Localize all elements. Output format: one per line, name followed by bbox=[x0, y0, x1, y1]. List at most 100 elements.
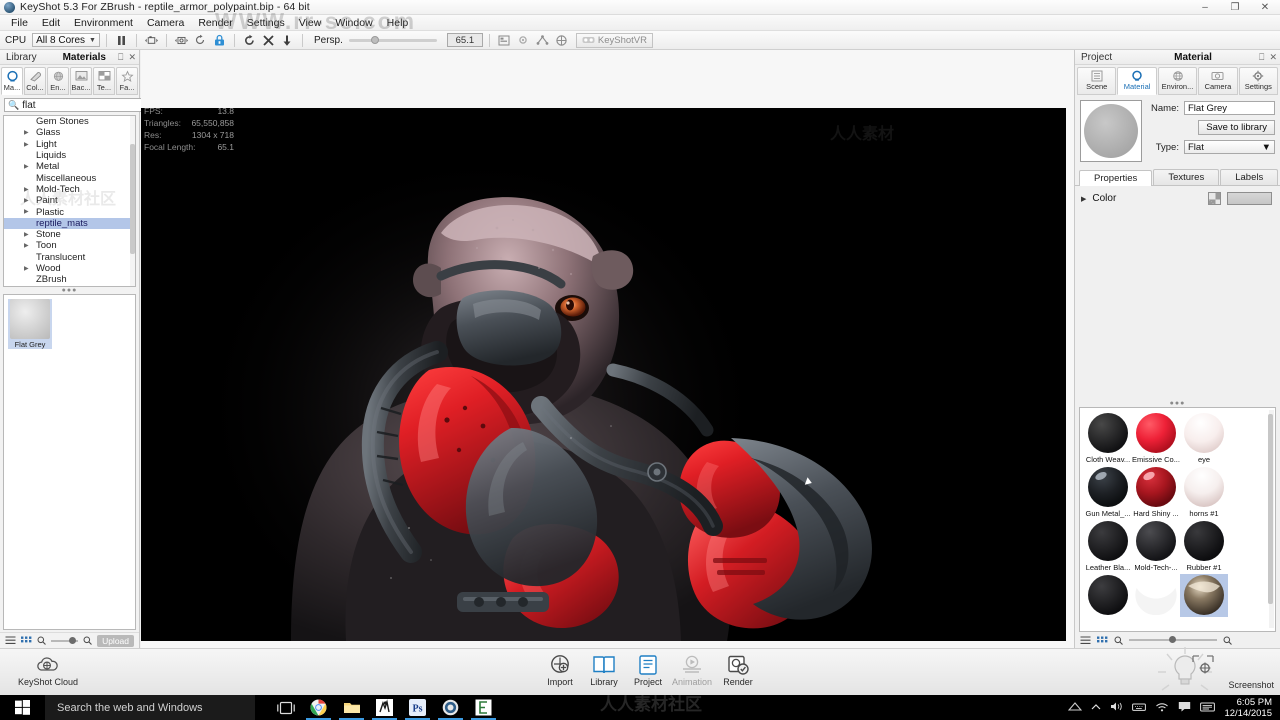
ime-icon[interactable] bbox=[1200, 702, 1216, 714]
minimize-button[interactable]: – bbox=[1190, 0, 1220, 15]
thumbnail-size-slider[interactable] bbox=[1129, 636, 1217, 643]
library-tab-environments[interactable]: En... bbox=[47, 67, 69, 95]
chevron-up-icon[interactable] bbox=[1091, 703, 1101, 713]
zoom-in-icon[interactable] bbox=[1223, 636, 1232, 645]
thumbnail-size-knob[interactable] bbox=[69, 636, 76, 644]
volume-icon[interactable] bbox=[1110, 701, 1123, 714]
material-preview[interactable] bbox=[1080, 100, 1142, 162]
tree-item-plastic[interactable]: ▶ Plastic bbox=[4, 206, 135, 218]
keyshotvr-button[interactable]: KeyShotVR bbox=[575, 32, 653, 48]
project-panel-splitter[interactable]: ●●● bbox=[1075, 400, 1280, 407]
focal-length-field[interactable]: 65.1 bbox=[446, 33, 483, 47]
tree-item-miscellaneous[interactable]: Miscellaneous bbox=[4, 172, 135, 184]
tab-scene[interactable]: Scene bbox=[1077, 67, 1117, 95]
library-material-item[interactable]: Mold-Tech-... bbox=[1132, 520, 1180, 572]
tree-item-paint[interactable]: ▶ Paint bbox=[4, 195, 135, 206]
list-view-icon[interactable] bbox=[1080, 635, 1091, 645]
library-material-item[interactable] bbox=[1084, 574, 1132, 617]
subtab-textures[interactable]: Textures bbox=[1153, 169, 1220, 185]
library-tab-materials[interactable]: Materials bbox=[57, 52, 112, 63]
chevron-right-icon[interactable]: ▶ bbox=[24, 186, 29, 193]
save-to-library-button[interactable]: Save to library bbox=[1198, 120, 1275, 135]
taskbar-clock[interactable]: 6:05 PM 12/14/2015 bbox=[1224, 697, 1272, 719]
network-icon[interactable] bbox=[534, 32, 551, 48]
render-canvas[interactable] bbox=[141, 108, 1066, 641]
tab-settings[interactable]: Settings bbox=[1238, 67, 1279, 95]
refresh-icon[interactable] bbox=[192, 32, 209, 48]
tree-item-stone[interactable]: ▶ Stone bbox=[4, 229, 135, 240]
tree-item-glass[interactable]: ▶ Glass bbox=[4, 127, 135, 138]
menu-file[interactable]: File bbox=[4, 15, 35, 31]
library-material-item[interactable]: horns #1 bbox=[1180, 466, 1228, 518]
windows-start-icon[interactable] bbox=[0, 695, 45, 720]
thumbnail-size-knob[interactable] bbox=[1169, 636, 1176, 643]
material-type-dropdown[interactable]: Flat ▼ bbox=[1184, 140, 1275, 154]
upload-button[interactable]: Upload bbox=[97, 634, 134, 647]
library-tab-backplates[interactable]: Bac... bbox=[70, 67, 92, 95]
bottom-item-render[interactable]: Render bbox=[708, 653, 768, 687]
focal-slider-knob[interactable] bbox=[370, 35, 379, 44]
file-explorer-icon[interactable] bbox=[335, 695, 368, 720]
library-grid-scrollbar[interactable] bbox=[1268, 410, 1274, 628]
library-tab-colors[interactable]: Col... bbox=[24, 67, 46, 95]
material-library-grid[interactable]: Cloth Weav... Emissive Co... eye Gun Met… bbox=[1079, 407, 1276, 632]
library-material-item[interactable]: eye bbox=[1180, 412, 1228, 464]
tree-item-light[interactable]: ▶ Light bbox=[4, 139, 135, 150]
library-material-item[interactable]: Rubber #1 bbox=[1180, 520, 1228, 572]
lock-icon[interactable] bbox=[211, 32, 228, 48]
tab-material[interactable]: Material bbox=[1117, 67, 1157, 95]
library-tab-materials-cat[interactable]: Ma... bbox=[1, 67, 23, 95]
library-tab-textures[interactable]: Te... bbox=[93, 67, 115, 95]
chevron-right-icon[interactable]: ▶ bbox=[24, 129, 29, 136]
library-tree[interactable]: Gem Stones ▶ Glass ▶ Light Liquids ▶ Metal … bbox=[3, 115, 136, 287]
tree-item-reptile-mats[interactable]: reptile_mats bbox=[4, 217, 135, 229]
region-render-icon[interactable] bbox=[553, 32, 570, 48]
chevron-right-icon[interactable]: ▶ bbox=[24, 242, 29, 249]
menu-render[interactable]: Render bbox=[191, 15, 239, 31]
library-material-item[interactable]: Hard Shiny ... bbox=[1132, 466, 1180, 518]
zoom-out-icon[interactable] bbox=[37, 636, 46, 645]
menu-window[interactable]: Window bbox=[328, 15, 379, 31]
tree-item-translucent[interactable]: Translucent bbox=[4, 252, 135, 263]
task-view-icon[interactable] bbox=[269, 695, 302, 720]
render-viewport[interactable]: FPS: 13.8 Triangles: 65,550,858 Res: 130… bbox=[141, 50, 1074, 648]
library-material-item[interactable]: Gun Metal_... bbox=[1084, 466, 1132, 518]
chevron-right-icon[interactable]: ▶ bbox=[24, 265, 29, 272]
focal-slider[interactable] bbox=[348, 35, 437, 44]
checker-icon[interactable] bbox=[1208, 192, 1221, 205]
project-tab-project[interactable]: Project bbox=[1075, 52, 1118, 63]
library-grid-scroll-thumb[interactable] bbox=[1268, 414, 1273, 604]
color-swatch[interactable] bbox=[1227, 192, 1272, 205]
zoom-out-icon[interactable] bbox=[1114, 636, 1123, 645]
wifi-icon[interactable] bbox=[1155, 701, 1169, 714]
list-view-icon[interactable] bbox=[5, 636, 16, 645]
zbrush-icon[interactable] bbox=[368, 695, 401, 720]
panel-icon[interactable] bbox=[496, 32, 513, 48]
library-result-item[interactable]: Flat Grey bbox=[8, 299, 52, 349]
tree-item-liquids[interactable]: Liquids bbox=[4, 150, 135, 161]
tab-environment[interactable]: Environ... bbox=[1157, 67, 1198, 95]
photoshop-icon[interactable]: Ps bbox=[401, 695, 434, 720]
library-material-item[interactable]: Emissive Co... bbox=[1132, 412, 1180, 464]
chevron-right-icon[interactable]: ▶ bbox=[24, 141, 29, 148]
chevron-right-icon[interactable]: ▶ bbox=[1081, 195, 1086, 203]
subtab-properties[interactable]: Properties bbox=[1079, 170, 1153, 186]
menu-view[interactable]: View bbox=[292, 15, 329, 31]
menu-camera[interactable]: Camera bbox=[140, 15, 191, 31]
library-material-item[interactable]: Cloth Weav... bbox=[1084, 412, 1132, 464]
rotate-icon[interactable] bbox=[241, 32, 258, 48]
close-button[interactable]: ✕ bbox=[1250, 0, 1280, 15]
library-tab-favorites[interactable]: Fa... bbox=[116, 67, 138, 95]
chevron-right-icon[interactable]: ▶ bbox=[24, 208, 29, 215]
action-center-icon[interactable] bbox=[1178, 701, 1191, 714]
library-results-grid[interactable]: Flat Grey bbox=[3, 294, 136, 630]
camtasia-icon[interactable] bbox=[467, 695, 500, 720]
tab-camera[interactable]: Camera bbox=[1198, 67, 1238, 95]
grid-view-icon[interactable] bbox=[21, 636, 32, 645]
close-icon[interactable]: ✕ bbox=[128, 52, 136, 63]
search-field[interactable] bbox=[22, 99, 155, 111]
pause-icon[interactable] bbox=[113, 32, 130, 48]
tree-item-toon[interactable]: ▶ Toon bbox=[4, 240, 135, 251]
chevron-right-icon[interactable]: ▶ bbox=[24, 163, 29, 170]
library-material-item[interactable] bbox=[1132, 574, 1180, 617]
